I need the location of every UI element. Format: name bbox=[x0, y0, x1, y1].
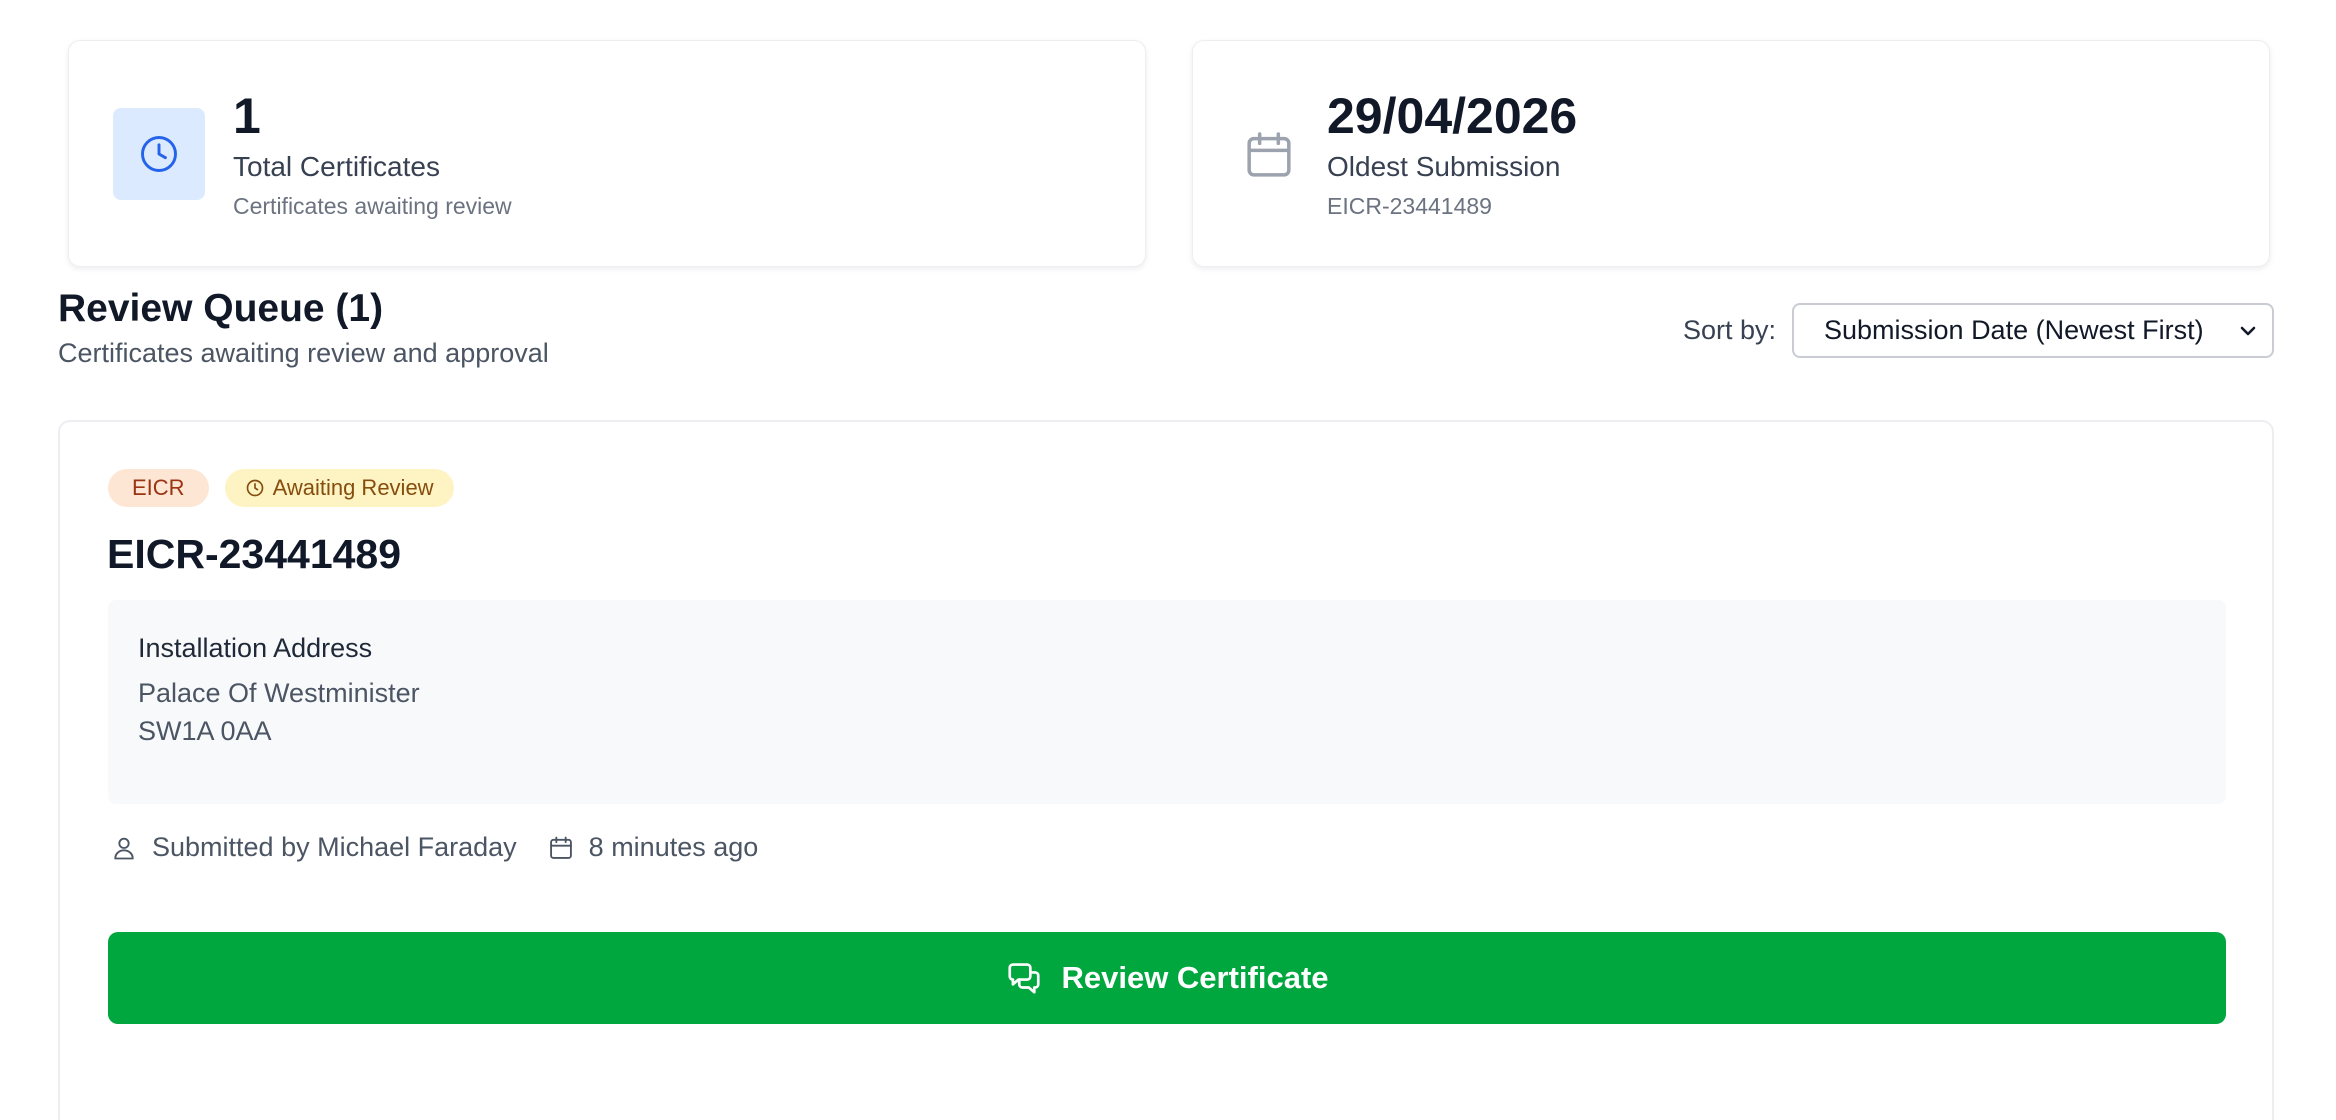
total-certificates-value: 1 bbox=[233, 88, 261, 144]
oldest-submission-card: 29/04/2026 Oldest Submission EICR-234414… bbox=[1192, 40, 2270, 267]
certificate-id: EICR-23441489 bbox=[107, 531, 402, 577]
certificate-card: EICR Awaiting Review EICR-23441489 Insta… bbox=[58, 420, 2274, 1120]
status-badge-label: Awaiting Review bbox=[272, 475, 434, 500]
page-title: Review Queue (1) bbox=[58, 287, 384, 330]
chevron-down-icon bbox=[2240, 326, 2256, 335]
oldest-submission-reference: EICR-23441489 bbox=[1327, 193, 1492, 219]
status-badge: Awaiting Review bbox=[224, 469, 454, 507]
total-certificates-label: Total Certificates bbox=[233, 151, 440, 182]
address-title: Installation Address bbox=[138, 633, 373, 663]
installation-address-box: Installation Address Palace Of Westminis… bbox=[108, 600, 2226, 804]
submitted-by-text: Submitted by Michael Faraday bbox=[152, 832, 517, 862]
certificate-type-label: EICR bbox=[132, 475, 185, 500]
sort-label: Sort by: bbox=[1682, 315, 1776, 345]
sort-select[interactable]: Submission Date (Newest First) bbox=[1792, 303, 2274, 358]
address-line-1: Palace Of Westminister bbox=[138, 678, 420, 708]
chat-bubbles-icon bbox=[1008, 963, 1041, 994]
oldest-submission-label: Oldest Submission bbox=[1327, 151, 1561, 182]
user-icon bbox=[114, 837, 134, 859]
sort-select-value: Submission Date (Newest First) bbox=[1824, 315, 2204, 345]
calendar-icon bbox=[1241, 127, 1297, 183]
total-certificates-card: 1 Total Certificates Certificates awaiti… bbox=[68, 40, 1146, 267]
submitted-time: 8 minutes ago bbox=[547, 832, 759, 863]
submission-meta: Submitted by Michael Faraday 8 minutes a… bbox=[110, 832, 758, 863]
sort-control: Sort by: Submission Date (Newest First) bbox=[1683, 303, 2274, 358]
submitted-by: Submitted by Michael Faraday bbox=[110, 832, 517, 863]
submitted-time-text: 8 minutes ago bbox=[588, 832, 759, 862]
certificate-badges: EICR Awaiting Review bbox=[108, 469, 454, 507]
clock-icon bbox=[113, 108, 205, 200]
certificate-type-badge: EICR bbox=[108, 469, 209, 507]
page-subtitle: Certificates awaiting review and approva… bbox=[58, 338, 549, 368]
address-line-2: SW1A 0AA bbox=[138, 716, 272, 746]
oldest-submission-date: 29/04/2026 bbox=[1327, 88, 1578, 144]
clock-icon bbox=[246, 479, 263, 497]
calendar-icon bbox=[549, 836, 572, 859]
review-certificate-button[interactable]: Review Certificate bbox=[108, 932, 2226, 1024]
review-queue-header: Review Queue (1) Certificates awaiting r… bbox=[58, 285, 549, 371]
review-certificate-label: Review Certificate bbox=[1061, 960, 1329, 995]
total-certificates-subtext: Certificates awaiting review bbox=[233, 193, 512, 219]
